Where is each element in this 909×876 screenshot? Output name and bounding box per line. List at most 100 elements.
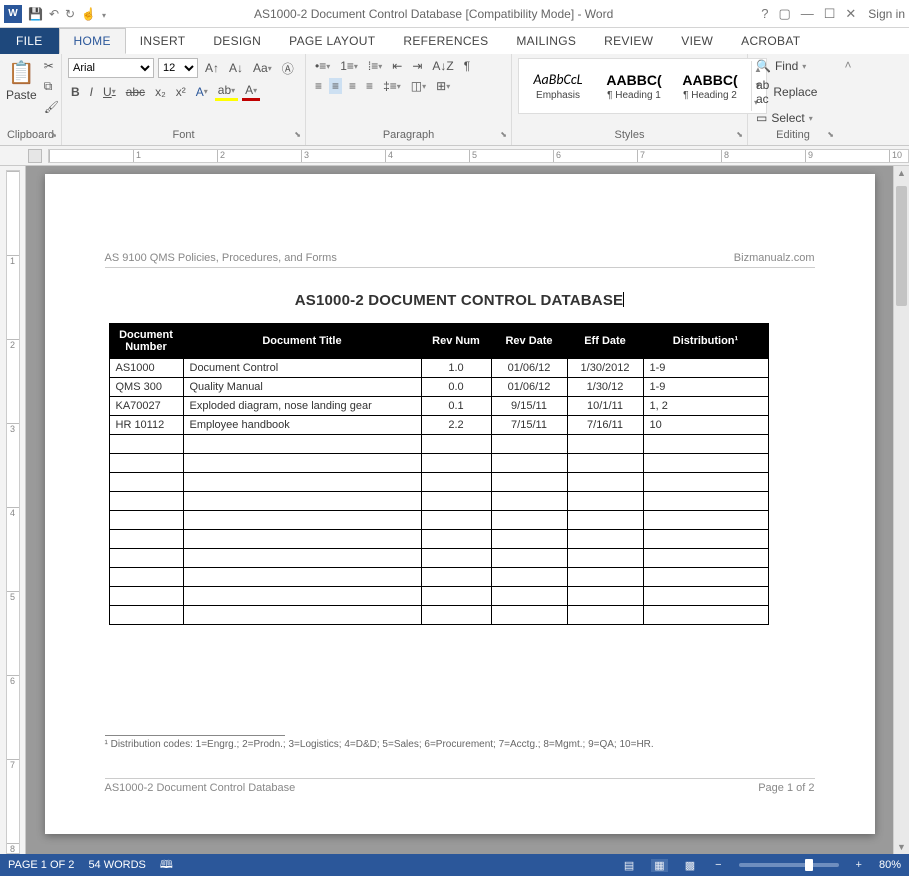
tab-file[interactable]: FILE (0, 28, 59, 54)
change-case-icon[interactable]: Aa (250, 60, 275, 76)
copy-icon[interactable]: ⧉ (41, 78, 62, 95)
align-center-icon[interactable]: ≡ (329, 78, 342, 94)
subscript-button[interactable]: x₂ (152, 84, 169, 100)
document-canvas[interactable]: AS 9100 QMS Policies, Procedures, and Fo… (26, 166, 893, 854)
select-button[interactable]: ▭Select ▾ (754, 110, 815, 126)
italic-button[interactable]: I (87, 84, 96, 100)
undo-icon[interactable]: ↶ (49, 7, 59, 21)
find-icon: 🔍 (756, 59, 771, 73)
tab-mailings[interactable]: MAILINGS (502, 28, 590, 54)
read-mode-icon[interactable]: ▤ (621, 859, 637, 872)
format-painter-icon[interactable]: 🖌 (41, 99, 62, 115)
table-row[interactable]: QMS 300Quality Manual0.001/06/121/30/121… (109, 378, 768, 397)
maximize-icon[interactable]: ☐ (824, 6, 836, 22)
font-size-select[interactable]: 12 (158, 58, 198, 78)
font-color-icon[interactable]: A (242, 82, 260, 101)
numbering-icon[interactable]: 1≡ (337, 58, 361, 74)
styles-gallery[interactable]: AaBbCcL Emphasis AABBC( ¶ Heading 1 AABB… (518, 58, 767, 114)
status-words[interactable]: 54 WORDS (88, 859, 145, 871)
clear-formatting-icon[interactable]: Ⓐ (279, 59, 297, 78)
bullets-icon[interactable]: •≡ (312, 58, 333, 74)
paste-button[interactable]: 📋 Paste (6, 58, 37, 102)
align-right-icon[interactable]: ≡ (346, 78, 359, 94)
zoom-out-icon[interactable]: − (712, 859, 724, 871)
text-effects-icon[interactable]: A (193, 84, 211, 100)
decrease-indent-icon[interactable]: ⇤ (389, 58, 405, 74)
close-icon[interactable]: ✕ (845, 6, 856, 22)
bold-button[interactable]: B (68, 84, 83, 100)
tab-home[interactable]: HOME (59, 28, 126, 54)
zoom-in-icon[interactable]: + (853, 859, 865, 871)
vertical-ruler[interactable]: 12345678 (0, 166, 26, 854)
doc-header: AS 9100 QMS Policies, Procedures, and Fo… (105, 252, 815, 268)
table-row[interactable] (109, 549, 768, 568)
scroll-up-icon[interactable]: ▲ (894, 168, 909, 178)
touch-mode-icon[interactable]: ☝ (81, 7, 96, 21)
table-row[interactable]: HR 10112Employee handbook2.27/15/117/16/… (109, 416, 768, 435)
table-row[interactable]: AS1000Document Control1.001/06/121/30/20… (109, 359, 768, 378)
horizontal-ruler[interactable]: 12345678910 (0, 146, 909, 166)
window-title: AS1000-2 Document Control Database [Comp… (106, 7, 761, 21)
sort-icon[interactable]: A↓Z (429, 58, 456, 74)
table-row[interactable] (109, 530, 768, 549)
cut-icon[interactable]: ✂ (41, 58, 62, 74)
tab-references[interactable]: REFERENCES (389, 28, 502, 54)
table-row[interactable] (109, 587, 768, 606)
sign-in-link[interactable]: Sign in (868, 7, 905, 21)
zoom-level[interactable]: 80% (879, 859, 901, 871)
help-icon[interactable]: ? (761, 6, 768, 22)
ruler-corner[interactable] (28, 149, 42, 163)
line-spacing-icon[interactable]: ‡≡ (380, 78, 404, 94)
web-layout-icon[interactable]: ▩ (682, 859, 698, 872)
collapse-ribbon-icon[interactable]: ˄ (844, 58, 851, 72)
highlight-icon[interactable]: ab (215, 82, 238, 101)
style-emphasis[interactable]: AaBbCcL Emphasis (523, 61, 593, 111)
vertical-scrollbar[interactable]: ▲ ▼ (893, 166, 909, 854)
ribbon-display-icon[interactable]: ▢ (778, 6, 790, 22)
style-heading-2[interactable]: AABBC( ¶ Heading 2 (675, 61, 745, 111)
font-family-select[interactable]: Arial (68, 58, 154, 78)
redo-icon[interactable]: ↻ (65, 7, 75, 21)
superscript-button[interactable]: x² (173, 84, 189, 100)
status-page[interactable]: PAGE 1 OF 2 (8, 859, 74, 871)
status-proofing-icon[interactable]: 🕮 (160, 856, 173, 875)
tab-review[interactable]: REVIEW (590, 28, 667, 54)
shrink-font-icon[interactable]: A↓ (226, 60, 246, 76)
increase-indent-icon[interactable]: ⇥ (409, 58, 425, 74)
table-row[interactable]: KA70027Exploded diagram, nose landing ge… (109, 397, 768, 416)
multilevel-list-icon[interactable]: ⁞≡ (365, 58, 385, 74)
replace-button[interactable]: abacReplace (754, 77, 819, 107)
grow-font-icon[interactable]: A↑ (202, 60, 222, 76)
scroll-down-icon[interactable]: ▼ (894, 842, 909, 852)
tab-page-layout[interactable]: PAGE LAYOUT (275, 28, 389, 54)
borders-icon[interactable]: ⊞ (433, 78, 453, 94)
minimize-icon[interactable]: — (801, 6, 814, 22)
tab-acrobat[interactable]: ACROBAT (727, 28, 814, 54)
show-marks-icon[interactable]: ¶ (461, 58, 473, 74)
table-row[interactable] (109, 454, 768, 473)
save-icon[interactable]: 💾 (28, 7, 43, 21)
strikethrough-button[interactable]: abc (123, 84, 148, 100)
find-button[interactable]: 🔍Find ▾ (754, 58, 808, 74)
tab-design[interactable]: DESIGN (199, 28, 275, 54)
align-left-icon[interactable]: ≡ (312, 78, 325, 94)
table-row[interactable] (109, 435, 768, 454)
style-heading-1[interactable]: AABBC( ¶ Heading 1 (599, 61, 669, 111)
print-layout-icon[interactable]: ▦ (651, 859, 667, 872)
underline-button[interactable]: U (100, 84, 119, 100)
table-row[interactable] (109, 511, 768, 530)
table-row[interactable] (109, 492, 768, 511)
scroll-thumb[interactable] (896, 186, 907, 306)
table-row[interactable] (109, 473, 768, 492)
table-row[interactable] (109, 606, 768, 625)
document-table[interactable]: Document Number Document Title Rev Num R… (109, 323, 769, 625)
zoom-slider[interactable] (739, 863, 839, 867)
justify-icon[interactable]: ≡ (363, 78, 376, 94)
doc-title[interactable]: AS1000-2 DOCUMENT CONTROL DATABASE (105, 292, 815, 309)
tab-insert[interactable]: INSERT (126, 28, 200, 54)
zoom-knob[interactable] (805, 859, 813, 871)
tab-view[interactable]: VIEW (667, 28, 727, 54)
document-page[interactable]: AS 9100 QMS Policies, Procedures, and Fo… (45, 174, 875, 834)
shading-icon[interactable]: ◫ (408, 78, 429, 94)
table-row[interactable] (109, 568, 768, 587)
